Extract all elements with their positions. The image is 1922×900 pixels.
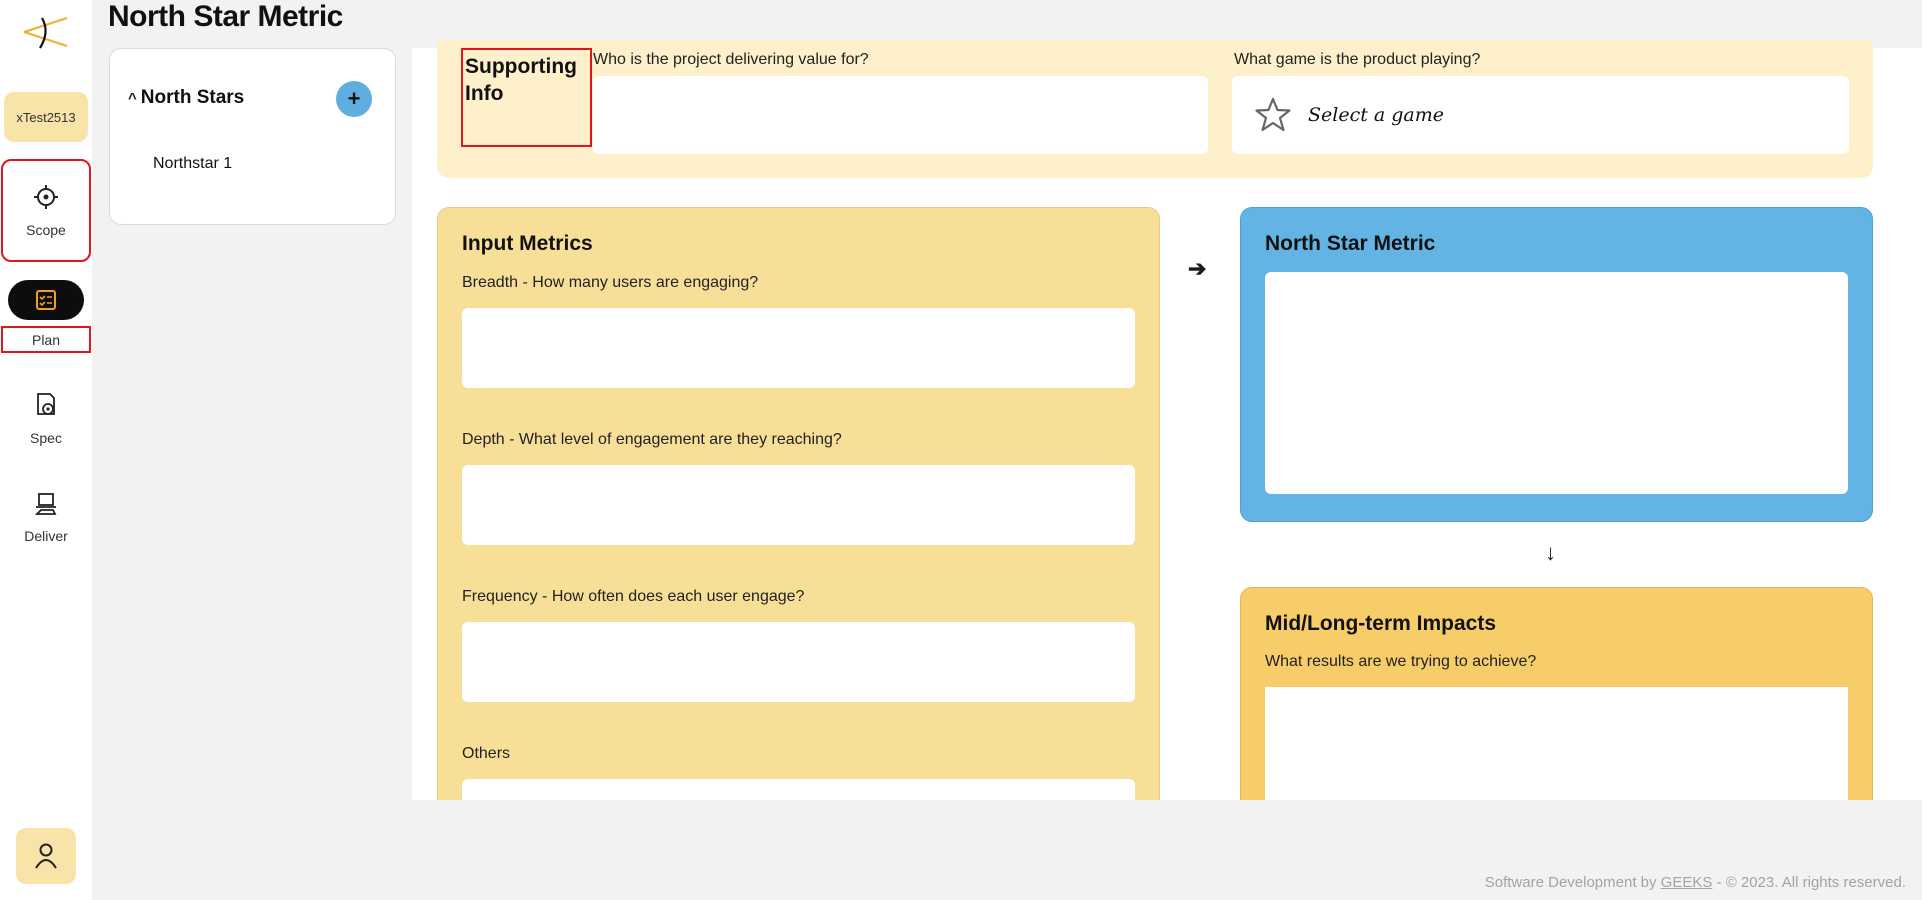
add-north-star-button[interactable]: + bbox=[336, 81, 372, 117]
select-game-button[interactable]: Select a game bbox=[1232, 76, 1849, 154]
plus-icon: + bbox=[347, 86, 361, 111]
star-icon bbox=[1255, 97, 1291, 132]
arrow-down-icon: ↓ bbox=[1545, 540, 1556, 565]
north-stars-title: North Stars bbox=[140, 87, 245, 108]
impacts-input[interactable] bbox=[1265, 687, 1848, 803]
who-question: Who is the project delivering value for? bbox=[593, 51, 869, 68]
project-name: xTest2513 bbox=[16, 109, 76, 125]
others-input[interactable] bbox=[462, 779, 1135, 800]
input-metrics-title: Input Metrics bbox=[462, 232, 593, 255]
left-rail: xTest2513 Scope Plan Spec Deliver bbox=[0, 0, 92, 900]
logo-icon[interactable] bbox=[22, 12, 72, 52]
user-icon bbox=[35, 843, 57, 869]
target-icon bbox=[34, 184, 58, 209]
north-stars-panel: ^ North Stars + Northstar 1 bbox=[109, 48, 396, 225]
north-star-item[interactable]: Northstar 1 bbox=[153, 155, 232, 173]
depth-label: Depth - What level of engagement are the… bbox=[462, 431, 842, 448]
nav-plan-button[interactable] bbox=[8, 280, 84, 320]
caret-up-icon: ^ bbox=[128, 89, 137, 107]
north-star-metric-input[interactable] bbox=[1265, 272, 1848, 494]
footer-prefix: Software Development by bbox=[1484, 874, 1661, 891]
user-profile-button[interactable] bbox=[16, 828, 76, 884]
arrow-right-icon: ➔ bbox=[1188, 256, 1207, 281]
nav-spec[interactable]: Spec bbox=[1, 392, 91, 446]
checklist-icon bbox=[36, 290, 56, 310]
others-label: Others bbox=[462, 745, 511, 762]
breadth-label: Breadth - How many users are engaging? bbox=[462, 274, 759, 291]
nav-spec-label: Spec bbox=[30, 430, 62, 446]
nav-deliver[interactable]: Deliver bbox=[1, 492, 91, 544]
north-star-metric-title: North Star Metric bbox=[1265, 232, 1436, 255]
who-input[interactable] bbox=[593, 76, 1208, 154]
nav-deliver-label: Deliver bbox=[24, 528, 68, 544]
page-title: North Star Metric bbox=[108, 0, 343, 33]
nav-scope-label: Scope bbox=[26, 221, 66, 238]
footer-suffix: - © 2023. All rights reserved. bbox=[1712, 874, 1906, 891]
impacts-question: What results are we trying to achieve? bbox=[1265, 653, 1537, 670]
footer-geeks-link[interactable]: GEEKS bbox=[1661, 874, 1713, 891]
depth-input[interactable] bbox=[462, 465, 1135, 545]
project-chip[interactable]: xTest2513 bbox=[4, 92, 88, 142]
north-stars-header[interactable]: ^ North Stars bbox=[128, 87, 244, 109]
impacts-title: Mid/Long-term Impacts bbox=[1265, 612, 1497, 635]
frequency-label: Frequency - How often does each user eng… bbox=[462, 588, 805, 605]
breadth-input[interactable] bbox=[462, 308, 1135, 388]
nav-scope[interactable]: Scope bbox=[1, 159, 91, 262]
select-game-label: Select a game bbox=[1308, 104, 1445, 126]
game-question: What game is the product playing? bbox=[1234, 51, 1481, 68]
frequency-input[interactable] bbox=[462, 622, 1135, 702]
deliver-laptop-icon bbox=[34, 493, 57, 515]
supporting-info-label: Supporting Info bbox=[461, 48, 592, 147]
nav-plan-label[interactable]: Plan bbox=[1, 326, 91, 353]
spec-gear-icon bbox=[37, 393, 55, 415]
footer: Software Development by GEEKS - © 2023. … bbox=[1485, 874, 1906, 891]
